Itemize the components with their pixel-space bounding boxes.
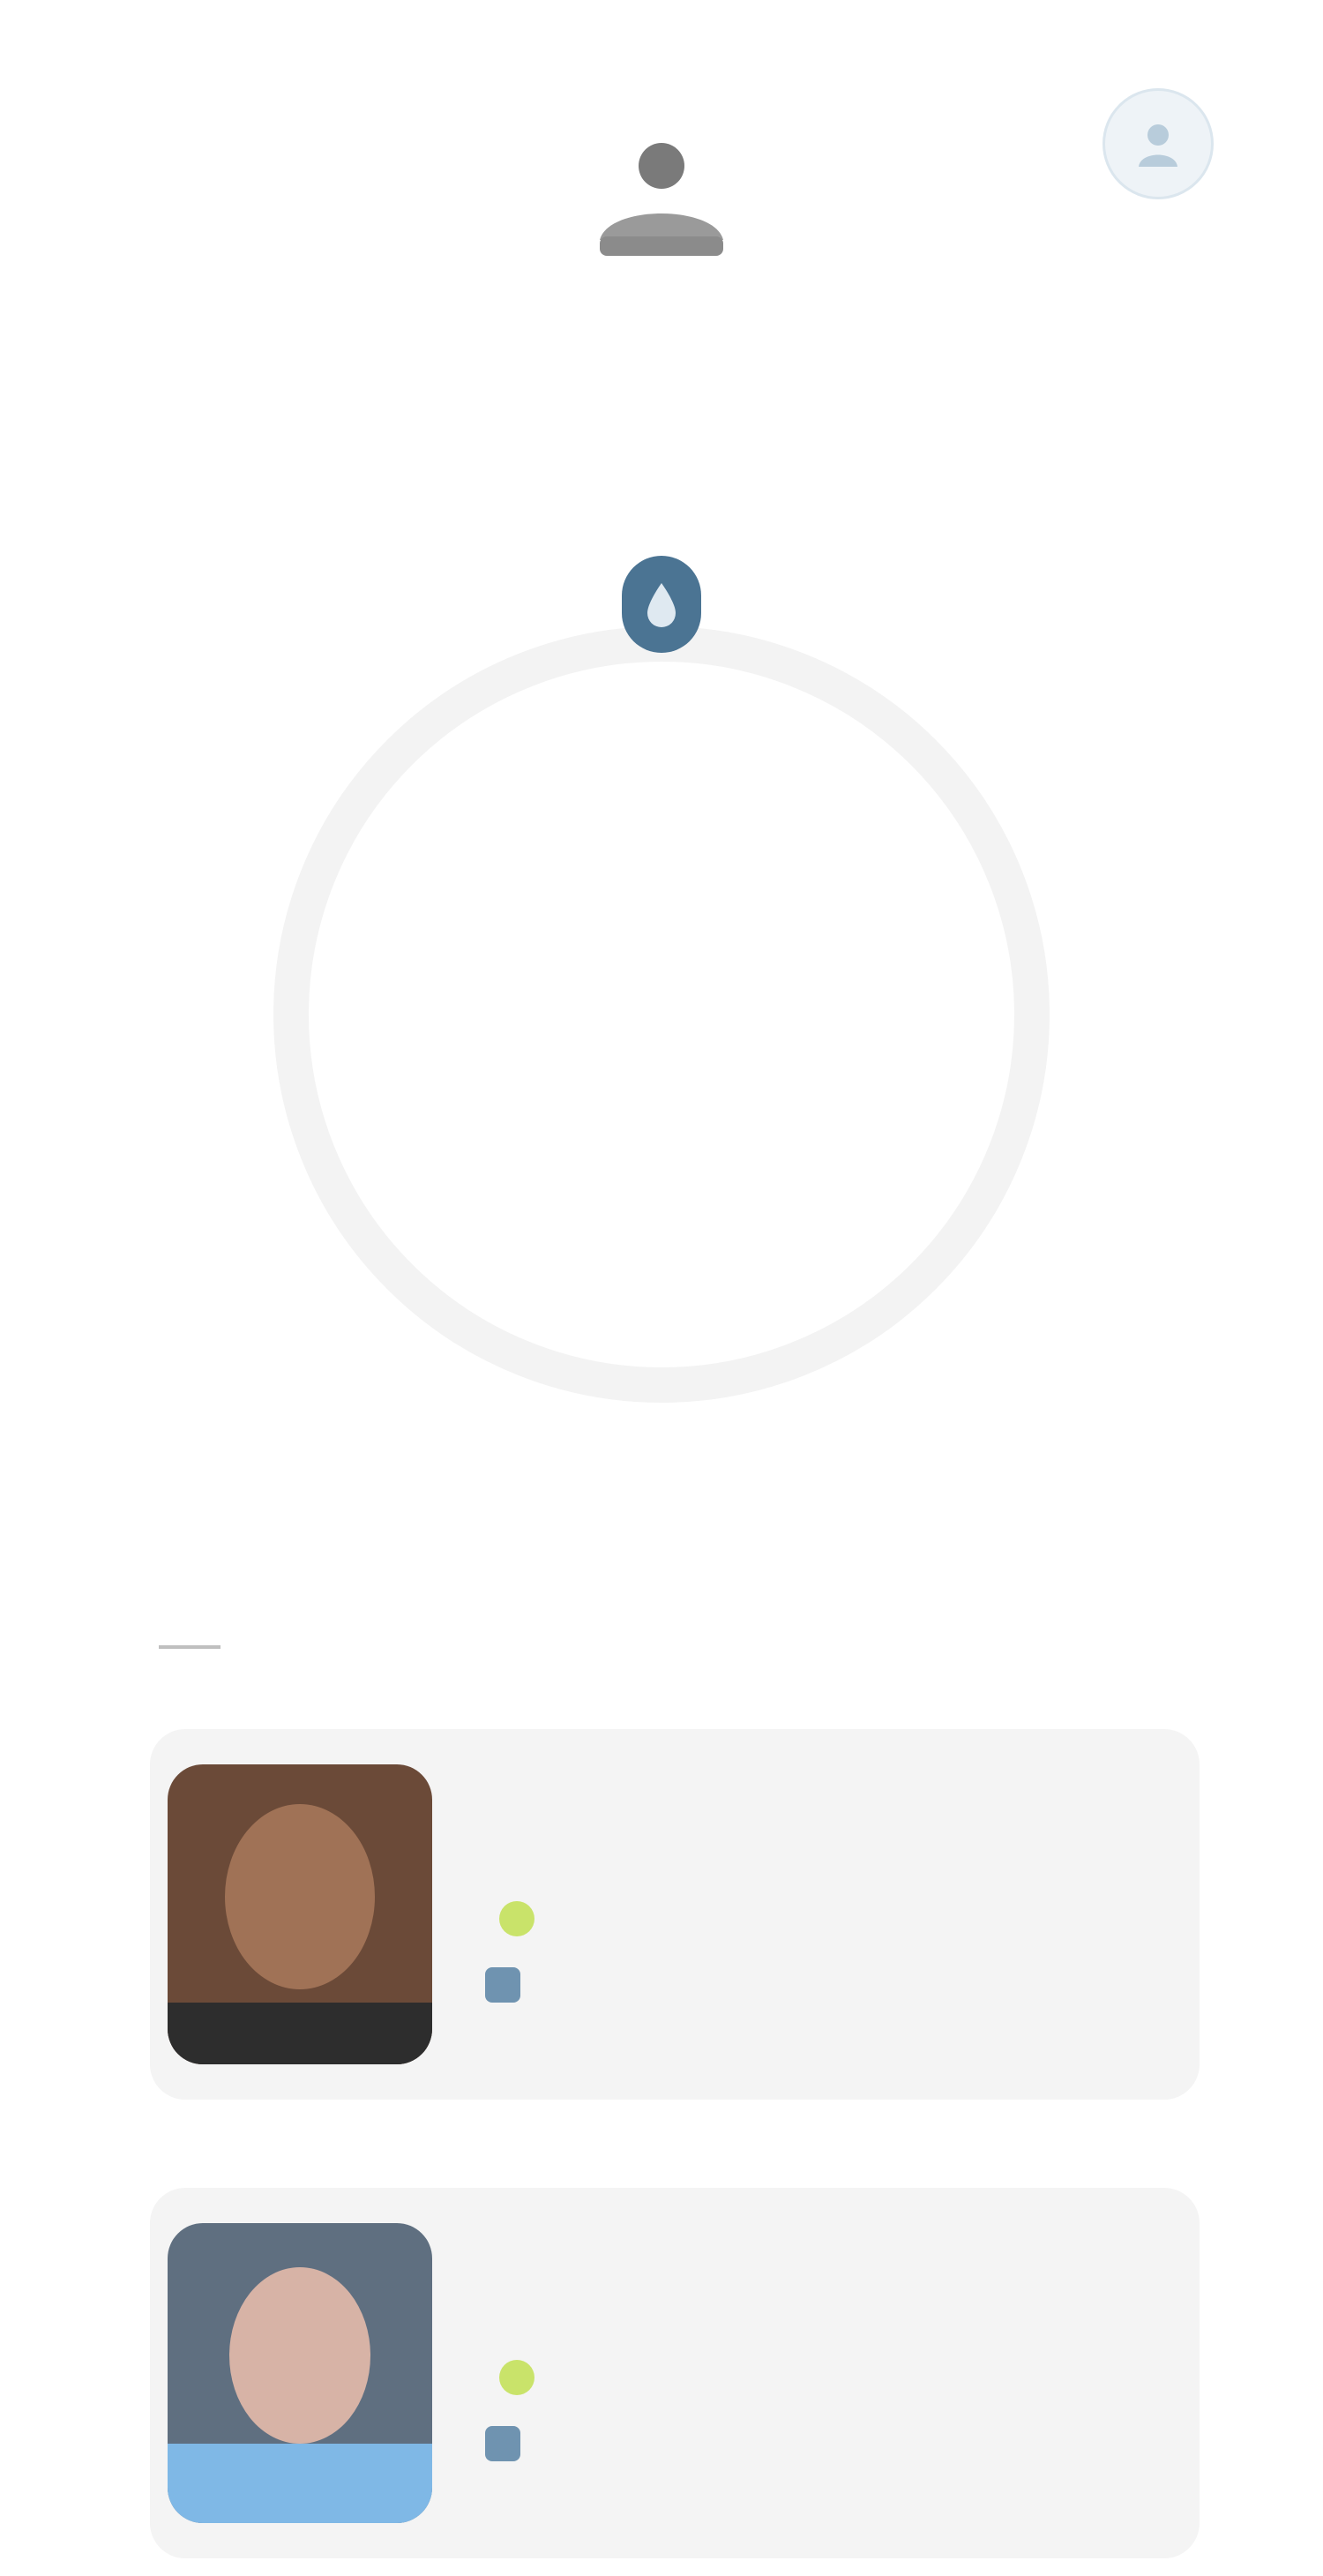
profile-card[interactable] [150, 2188, 1200, 2558]
profile-photo [168, 2223, 432, 2523]
primary-link[interactable] [362, 1500, 961, 1549]
section-divider [159, 1645, 220, 1649]
account-button[interactable] [1102, 88, 1214, 199]
section-heading [159, 1645, 864, 1649]
person-icon [1139, 124, 1177, 167]
card-footer[interactable] [485, 1967, 534, 2003]
card-meta [485, 2360, 534, 2395]
progress-ring [273, 626, 1050, 1403]
calendar-icon [485, 2426, 520, 2461]
card-meta [485, 1901, 534, 1936]
status-dot-icon [499, 1901, 534, 1936]
profile-photo [168, 1764, 432, 2064]
user-silhouette-icon [600, 143, 723, 256]
profile-card[interactable] [150, 1729, 1200, 2100]
status-dot-icon [499, 2360, 534, 2395]
drop-icon [622, 556, 701, 653]
card-footer[interactable] [485, 2426, 534, 2461]
language-toggle[interactable] [953, 141, 1076, 180]
logo [564, 132, 759, 265]
calendar-icon [485, 1967, 520, 2003]
